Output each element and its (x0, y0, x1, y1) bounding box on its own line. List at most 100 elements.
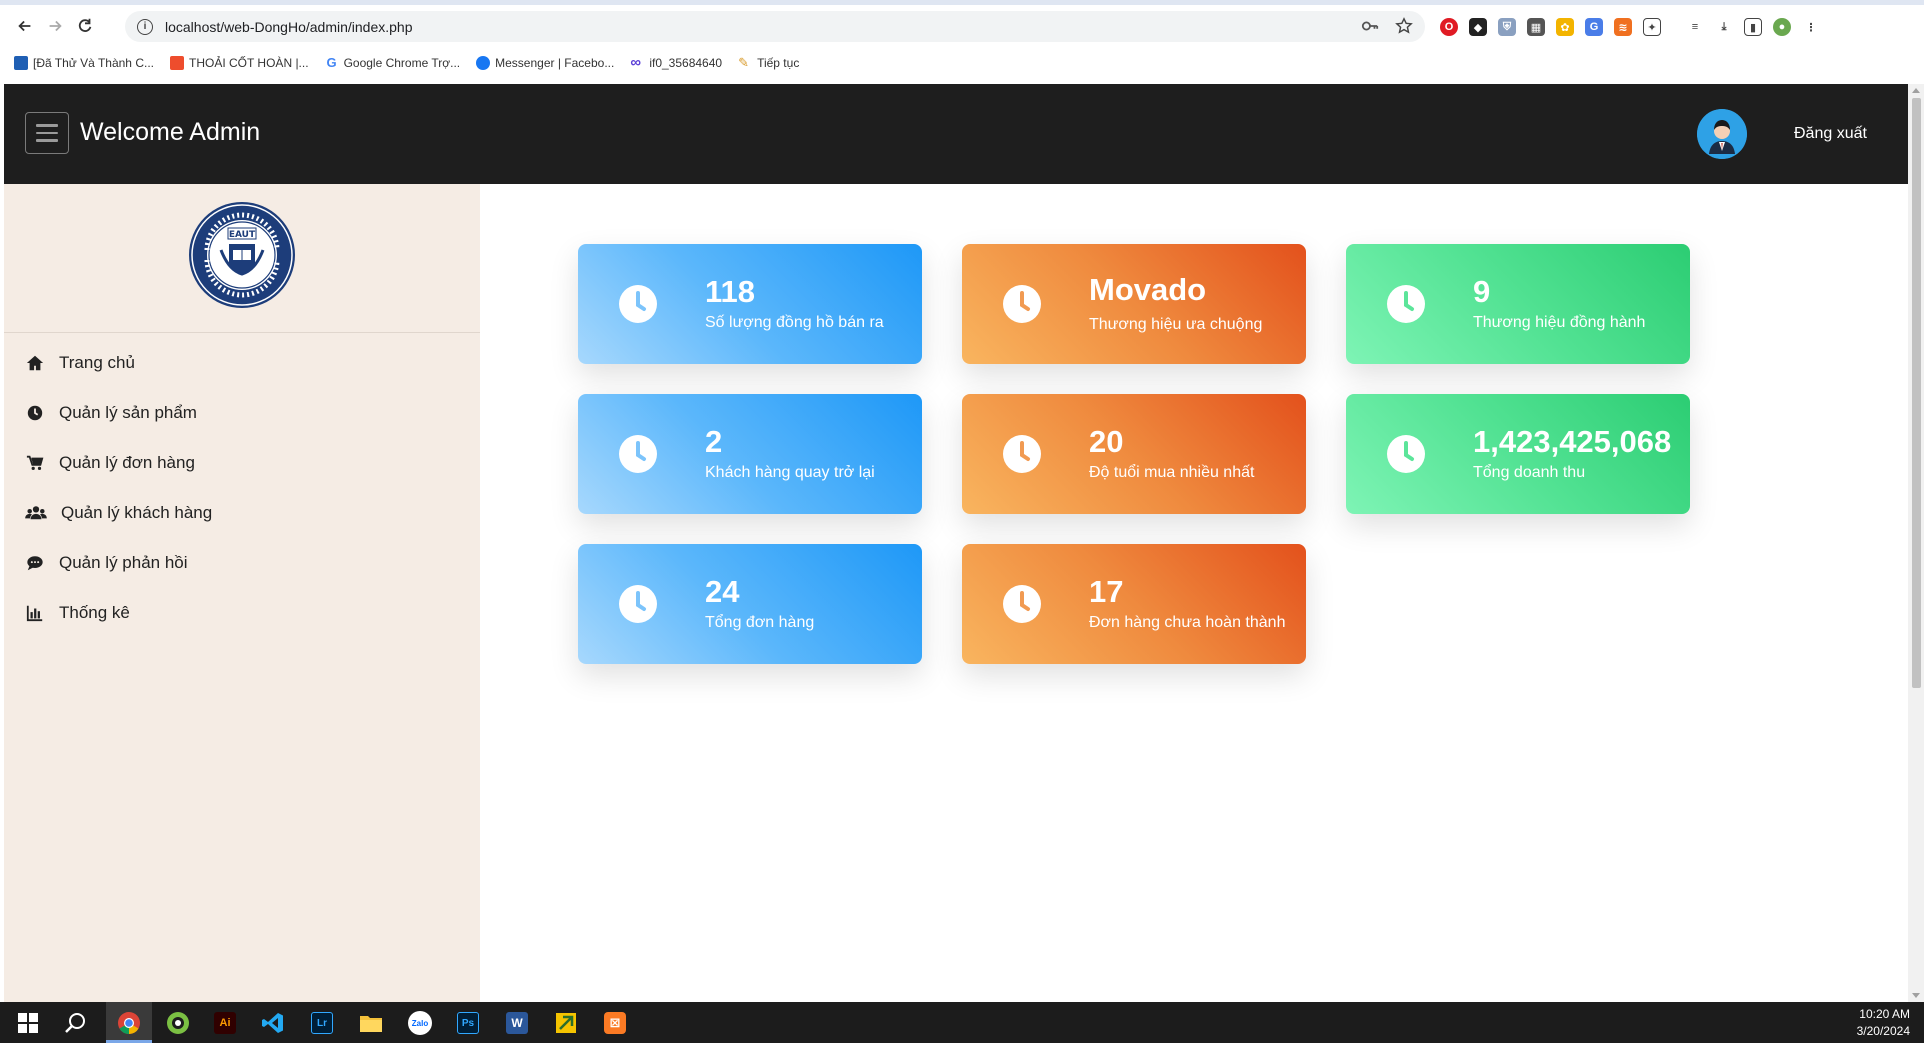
sidebar-item-label: Thống kê (59, 603, 130, 622)
dashboard-main: 118 Số lượng đồng hồ bán ra Movado Thươn… (480, 184, 1908, 1002)
reload-button[interactable] (70, 11, 100, 41)
grid-icon[interactable]: ▦ (1527, 18, 1545, 36)
sidebar-item-home[interactable]: Trang chủ (4, 338, 480, 388)
stat-label: Tổng đơn hàng (705, 614, 815, 631)
eaut-seal-icon: EAUT (189, 202, 295, 308)
stat-card-top-buying-age[interactable]: 20 Độ tuổi mua nhiều nhất (962, 394, 1306, 514)
arrow-right-icon (49, 20, 62, 32)
shield-icon[interactable]: ⛨ (1498, 18, 1516, 36)
clock-icon (24, 402, 46, 424)
star-icon[interactable] (1395, 17, 1413, 35)
bookmark-label: if0_35684640 (649, 56, 723, 70)
scroll-thumb[interactable] (1912, 98, 1921, 688)
forward-button[interactable] (40, 11, 70, 41)
sidebar-item-customers[interactable]: Quản lý khách hàng (4, 488, 480, 538)
sidebar-item-products[interactable]: Quản lý sản phẩm (4, 388, 480, 438)
bookmark-label: [Đã Thử Và Thành C... (33, 56, 154, 70)
stat-card-partner-brands[interactable]: 9 Thương hiệu đồng hành (1346, 244, 1690, 364)
infinity-icon: ∞ (630, 54, 642, 71)
sidebar-toggle-button[interactable] (25, 112, 69, 154)
scroll-down-icon[interactable] (1912, 993, 1920, 998)
side-panel-icon[interactable]: ▮ (1744, 18, 1762, 36)
word-icon[interactable]: W (502, 1008, 532, 1038)
logout-link[interactable]: Đăng xuất (1794, 125, 1867, 143)
stat-value: 118 (705, 274, 756, 309)
stat-card-watches-sold[interactable]: 118 Số lượng đồng hồ bán ra (578, 244, 922, 364)
app-header: Welcome Admin Đăng xuất (4, 84, 1908, 184)
rss-icon[interactable]: ≋ (1614, 18, 1632, 36)
file-explorer-icon[interactable] (356, 1008, 386, 1038)
sidebar-divider (4, 332, 480, 333)
comment-icon (24, 552, 46, 574)
kebab-menu-icon[interactable]: ⋮ (1802, 18, 1820, 36)
bookmark-item[interactable]: THOẢI CỐT HOÀN |... (169, 56, 309, 70)
bookmark-item[interactable]: ∞ if0_35684640 (630, 54, 723, 71)
stat-value: 17 (1089, 574, 1124, 609)
address-bar[interactable]: i localhost/web-DongHo/admin/index.php (125, 11, 1425, 42)
stat-card-favorite-brand[interactable]: Movado Thương hiệu ưa chuộng (962, 244, 1306, 364)
lightroom-icon[interactable]: Lr (307, 1008, 337, 1038)
download-icon[interactable]: ⤓ (1715, 18, 1733, 36)
clock-icon (619, 585, 657, 623)
color-picker-icon[interactable]: ◆ (1469, 18, 1487, 36)
page-title: Welcome Admin (80, 118, 261, 146)
clock-time: 10:20 AM (1859, 1007, 1910, 1021)
stat-label: Thương hiệu đồng hành (1473, 314, 1646, 331)
pen-icon: ✎ (738, 55, 749, 70)
search-icon[interactable] (61, 1008, 91, 1038)
sidebar-item-statistics[interactable]: Thống kê (4, 588, 480, 638)
windows-start-icon[interactable] (13, 1008, 43, 1038)
hamburger-icon-bar (36, 139, 58, 142)
sidebar-item-label: Quản lý khách hàng (61, 503, 213, 522)
sidebar-item-feedback[interactable]: Quản lý phản hồi (4, 538, 480, 588)
bookmark-blue-icon (14, 56, 28, 70)
back-button[interactable] (10, 11, 40, 41)
sticky-tools-icon[interactable] (551, 1008, 581, 1038)
bookmark-item[interactable]: Messenger | Facebo... (476, 56, 614, 70)
system-clock[interactable]: 10:20 AM 3/20/2024 (1857, 1006, 1910, 1040)
stat-label: Tổng doanh thu (1473, 464, 1586, 481)
sidebar-menu: Trang chủ Quản lý sản phẩm Quản lý đơn h… (4, 338, 480, 638)
reading-list-icon[interactable]: ≡ (1686, 18, 1704, 36)
url-text: localhost/web-DongHo/admin/index.php (165, 18, 413, 35)
stat-card-total-orders[interactable]: 24 Tổng đơn hàng (578, 544, 922, 664)
extensions-icon[interactable]: ✦ (1643, 18, 1661, 36)
clock-icon (1003, 585, 1041, 623)
stat-label: Khách hàng quay trở lại (705, 464, 875, 481)
sidebar: EAUT Trang chủ Quản lý sản phẩm Quản lý … (4, 184, 480, 1002)
bookmark-label: Messenger | Facebo... (495, 56, 615, 70)
photoshop-icon[interactable]: Ps (453, 1008, 483, 1038)
stat-card-returning-customers[interactable]: 2 Khách hàng quay trở lại (578, 394, 922, 514)
avatar[interactable] (1697, 109, 1747, 159)
arrow-left-icon (18, 20, 31, 32)
translate-icon[interactable]: G (1585, 18, 1603, 36)
sidebar-item-orders[interactable]: Quản lý đơn hàng (4, 438, 480, 488)
browser-toolbar: i localhost/web-DongHo/admin/index.php O… (0, 5, 1924, 47)
key-icon[interactable] (1361, 17, 1379, 35)
stat-card-total-revenue[interactable]: 1,423,425,068 Tổng doanh thu (1346, 394, 1690, 514)
page-scrollbar[interactable] (1908, 84, 1924, 1002)
sidebar-item-label: Trang chủ (59, 353, 135, 372)
chrome-icon[interactable] (114, 1008, 144, 1038)
vscode-icon[interactable] (258, 1008, 288, 1038)
xampp-icon[interactable]: ⊠ (600, 1008, 630, 1038)
hamburger-icon-bar (36, 124, 58, 127)
sidebar-item-label: Quản lý phản hồi (59, 553, 188, 572)
bookmarks-bar: [Đã Thử Và Thành C... THOẢI CỐT HOÀN |..… (0, 50, 799, 76)
bookmark-item[interactable]: ✎ Tiếp tục (738, 55, 799, 71)
opera-icon[interactable]: O (1440, 18, 1458, 36)
bookmark-label: THOẢI CỐT HOÀN |... (188, 56, 309, 70)
bookmark-item[interactable]: G Google Chrome Trợ... (324, 56, 460, 70)
scroll-up-icon[interactable] (1912, 88, 1920, 93)
users-icon (24, 502, 48, 524)
puzzle-color-icon[interactable]: ✿ (1556, 18, 1574, 36)
profile-avatar-icon[interactable]: ● (1773, 18, 1791, 36)
site-info-icon[interactable]: i (137, 18, 153, 35)
illustrator-icon[interactable]: Ai (210, 1008, 240, 1038)
stat-label: Đơn hàng chưa hoàn thành (1089, 614, 1286, 631)
facebook-icon (476, 56, 491, 70)
bookmark-item[interactable]: [Đã Thử Và Thành C... (14, 56, 154, 70)
zalo-icon[interactable]: Zalo (405, 1008, 435, 1038)
gitkraken-icon[interactable] (163, 1008, 193, 1038)
stat-card-pending-orders[interactable]: 17 Đơn hàng chưa hoàn thành (962, 544, 1306, 664)
